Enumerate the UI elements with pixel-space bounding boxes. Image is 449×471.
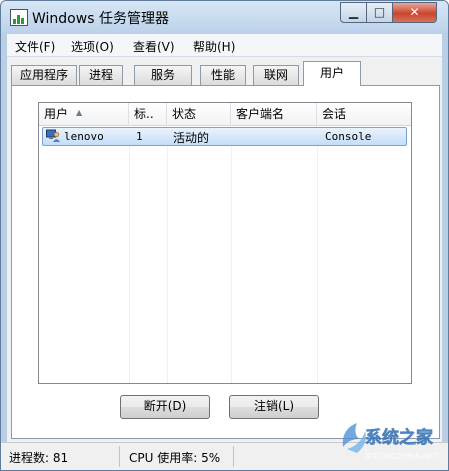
cell-user: lenovo (64, 130, 104, 143)
user-icon (46, 129, 60, 142)
tab-applications[interactable]: 应用程序 (11, 65, 77, 85)
menu-options[interactable]: 选项(O) (71, 38, 114, 55)
minimize-button[interactable]: ▁ (340, 2, 367, 23)
svg-text:系统之家: 系统之家 (365, 427, 433, 448)
tab-performance[interactable]: 性能 (200, 65, 246, 85)
svg-text:XITONGZHIJIA.NET: XITONGZHIJIA.NET (365, 452, 439, 461)
sort-ascending-icon: ▲ (76, 108, 83, 117)
title-bar[interactable]: Windows 任务管理器 ▁ □ ✕ (1, 1, 448, 33)
status-divider (119, 446, 120, 467)
close-button[interactable]: ✕ (392, 2, 437, 23)
column-session[interactable]: 会话 (317, 103, 411, 125)
menu-bar: 文件(F) 选项(O) 查看(V) 帮助(H) (7, 34, 442, 57)
task-manager-icon (10, 9, 28, 26)
column-user[interactable]: 用户 ▲ (39, 103, 129, 125)
column-divider (231, 125, 232, 383)
menu-help[interactable]: 帮助(H) (193, 38, 235, 55)
tab-users[interactable]: 用户 (303, 61, 361, 86)
column-status[interactable]: 状态 (167, 103, 231, 125)
column-id[interactable]: 标.. (129, 103, 167, 125)
column-client-name[interactable]: 客户端名 (231, 103, 317, 125)
list-header: 用户 ▲ 标.. 状态 客户端名 会话 (39, 103, 411, 126)
menu-view[interactable]: 查看(V) (133, 38, 175, 55)
window-title: Windows 任务管理器 (32, 11, 169, 27)
table-row[interactable]: lenovo 1 活动的 Console (42, 127, 407, 146)
menu-file[interactable]: 文件(F) (15, 38, 55, 55)
cpu-usage: CPU 使用率: 5% (129, 451, 221, 465)
column-divider (129, 125, 130, 383)
cell-status: 活动的 (173, 131, 210, 145)
column-user-label: 用户 (44, 107, 69, 121)
main-area: 应用程序 进程 服务 性能 联网 用户 用户 ▲ 标.. 状态 客户端名 会话 (7, 57, 442, 442)
cell-session: Console (325, 130, 372, 143)
tab-networking[interactable]: 联网 (253, 65, 299, 85)
tab-services[interactable]: 服务 (134, 65, 192, 85)
cell-id: 1 (136, 130, 143, 143)
column-divider (317, 125, 318, 383)
users-tab-panel: 用户 ▲ 标.. 状态 客户端名 会话 lenovo 1 活动的 Console (11, 85, 440, 439)
process-count: 进程数: 81 (9, 451, 69, 465)
tab-processes[interactable]: 进程 (79, 65, 123, 85)
disconnect-button[interactable]: 断开(D) (120, 395, 210, 419)
task-manager-window: Windows 任务管理器 ▁ □ ✕ 文件(F) 选项(O) 查看(V) 帮助… (0, 0, 449, 471)
status-divider (233, 446, 234, 467)
logoff-button[interactable]: 注销(L) (229, 395, 319, 419)
users-list[interactable]: 用户 ▲ 标.. 状态 客户端名 会话 lenovo 1 活动的 Console (38, 102, 412, 384)
maximize-button[interactable]: □ (366, 2, 393, 23)
watermark-logo: 系统之家 XITONGZHIJIA.NET (342, 423, 439, 461)
column-divider (167, 125, 168, 383)
